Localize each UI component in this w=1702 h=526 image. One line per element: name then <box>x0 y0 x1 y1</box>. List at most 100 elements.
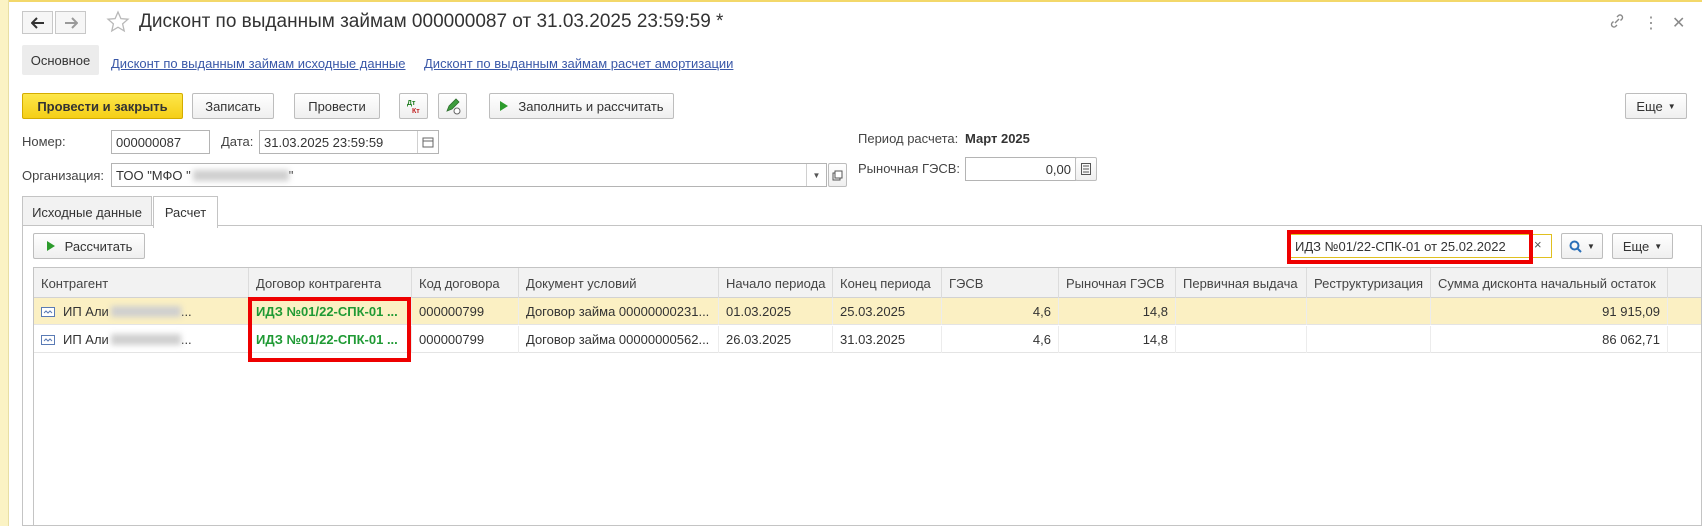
organization-value-suffix: " <box>288 167 294 183</box>
tab-calculation[interactable]: Расчет <box>153 196 218 228</box>
link-source-data[interactable]: Дисконт по выданным займам исходные данн… <box>111 56 406 71</box>
svg-text:Дт: Дт <box>407 100 416 107</box>
table-cell <box>1307 298 1431 325</box>
save-button[interactable]: Записать <box>192 93 274 119</box>
period-value: Март 2025 <box>965 131 1030 146</box>
window-left-border <box>0 0 9 526</box>
counterparty-name: ИП Али <box>63 332 109 347</box>
market-gesv-input[interactable]: 0,00 <box>965 157 1076 181</box>
more-label: Еще <box>1622 238 1650 254</box>
table-cell: 14,8 <box>1059 298 1176 325</box>
calculate-button[interactable]: Рассчитать <box>33 233 145 259</box>
table-cell: 4,6 <box>942 298 1059 325</box>
table-cell: ИП Али ... <box>34 298 249 325</box>
dt-kt-report-button[interactable]: Дт Кт <box>399 93 428 119</box>
column-header[interactable]: Конец периода <box>833 268 942 298</box>
date-label: Дата: <box>221 134 254 149</box>
number-label: Номер: <box>22 134 66 149</box>
more-vertical-icon[interactable]: ⋮ <box>1643 13 1659 33</box>
post-and-close-button[interactable]: Провести и закрыть <box>22 93 183 119</box>
form-tab-main[interactable]: Основное <box>22 45 99 75</box>
organization-dropdown-button[interactable]: ▼ <box>806 164 826 186</box>
redacted-text <box>110 306 181 317</box>
table-cell: 31.03.2025 <box>833 326 942 353</box>
link-icon[interactable] <box>1609 13 1625 32</box>
calendar-button[interactable] <box>417 131 438 153</box>
favorite-star-icon[interactable] <box>106 10 130 37</box>
column-header[interactable]: Контрагент <box>34 268 249 298</box>
clear-search-icon[interactable]: × <box>1534 237 1542 252</box>
column-header[interactable]: Код договора <box>412 268 519 298</box>
counterparty-name: ИП Али <box>63 304 109 319</box>
redacted-text <box>192 169 289 181</box>
table-cell: Договор займа 00000000562... <box>519 326 719 353</box>
column-header[interactable]: Документ условий <box>519 268 719 298</box>
date-input[interactable]: 31.03.2025 23:59:59 <box>259 130 439 154</box>
table-cell <box>1307 326 1431 353</box>
table-cell: 86 062,71 <box>1431 326 1668 353</box>
column-header[interactable]: Начало периода <box>719 268 833 298</box>
table-header: Контрагент Договор контрагента Код догов… <box>34 268 1701 298</box>
document-icon <box>41 334 55 345</box>
column-header[interactable]: ГЭСВ <box>942 268 1059 298</box>
link-amortization-calc[interactable]: Дисконт по выданным займам расчет аморти… <box>424 56 733 71</box>
search-icon <box>1569 240 1582 253</box>
ellipsis: ... <box>180 332 192 347</box>
table-cell: ИП Али ... <box>34 326 249 353</box>
table-cell: 26.03.2025 <box>719 326 833 353</box>
redacted-text <box>110 334 181 345</box>
calculator-icon <box>1081 163 1091 175</box>
fill-and-calculate-button[interactable]: Заполнить и рассчитать <box>489 93 674 119</box>
tab-source-data[interactable]: Исходные данные <box>22 196 152 227</box>
window-top-border <box>0 0 1702 2</box>
play-icon <box>500 101 509 111</box>
back-button[interactable] <box>22 11 53 34</box>
table-cell: 000000799 <box>412 326 519 353</box>
column-header[interactable]: Договор контрагента <box>249 268 412 298</box>
more-button-top[interactable]: Еще ▼ <box>1625 93 1687 119</box>
number-input[interactable]: 000000087 <box>111 130 210 154</box>
close-icon[interactable]: ✕ <box>1672 13 1685 33</box>
chevron-down-icon: ▼ <box>812 170 821 180</box>
market-gesv-label: Рыночная ГЭСВ: <box>858 161 961 176</box>
calculate-label: Рассчитать <box>64 238 133 254</box>
fill-and-calculate-label: Заполнить и рассчитать <box>518 98 664 114</box>
table-cell: 000000799 <box>412 298 519 325</box>
column-header[interactable]: Рыночная ГЭСВ <box>1059 268 1176 298</box>
more-button-table[interactable]: Еще ▼ <box>1612 233 1673 259</box>
arrow-right-icon <box>64 16 78 29</box>
window-title: Дисконт по выданным займам 000000087 от … <box>139 11 724 32</box>
calendar-icon <box>422 137 434 148</box>
calculator-button[interactable] <box>1075 157 1097 181</box>
forward-button[interactable] <box>55 11 86 34</box>
ellipsis: ... <box>180 304 192 319</box>
document-icon <box>41 306 55 317</box>
svg-text:Кт: Кт <box>412 108 420 115</box>
table-cell: Договор займа 00000000231... <box>519 298 719 325</box>
search-options-button[interactable]: ▼ <box>1561 233 1603 259</box>
organization-label: Организация: <box>22 168 105 183</box>
column-header[interactable]: Реструктуризация <box>1307 268 1431 298</box>
organization-value-prefix: ТОО "МФО " <box>116 167 191 183</box>
organization-input[interactable]: ТОО "МФО " " <box>111 163 827 187</box>
post-button[interactable]: Провести <box>294 93 380 119</box>
table-cell <box>1176 298 1307 325</box>
highlight-frame-search <box>1287 230 1533 264</box>
period-label: Период расчета: <box>858 131 959 146</box>
edit-movements-button[interactable] <box>438 93 467 119</box>
column-header[interactable]: Сумма дисконта начальный остаток <box>1431 268 1668 298</box>
table-cell: 01.03.2025 <box>719 298 833 325</box>
table-cell: 25.03.2025 <box>833 298 942 325</box>
table-cell: 91 915,09 <box>1431 298 1668 325</box>
chevron-down-icon: ▼ <box>1654 241 1663 251</box>
table-cell <box>1176 326 1307 353</box>
chevron-down-icon: ▼ <box>1587 241 1595 251</box>
play-icon <box>46 241 55 251</box>
open-window-icon <box>832 170 843 180</box>
open-organization-button[interactable] <box>828 163 847 187</box>
highlight-frame-contract-cells <box>248 297 411 362</box>
table-cell: 4,6 <box>942 326 1059 353</box>
more-label: Еще <box>1636 98 1663 114</box>
table-cell: 14,8 <box>1059 326 1176 353</box>
column-header[interactable]: Первичная выдача <box>1176 268 1307 298</box>
